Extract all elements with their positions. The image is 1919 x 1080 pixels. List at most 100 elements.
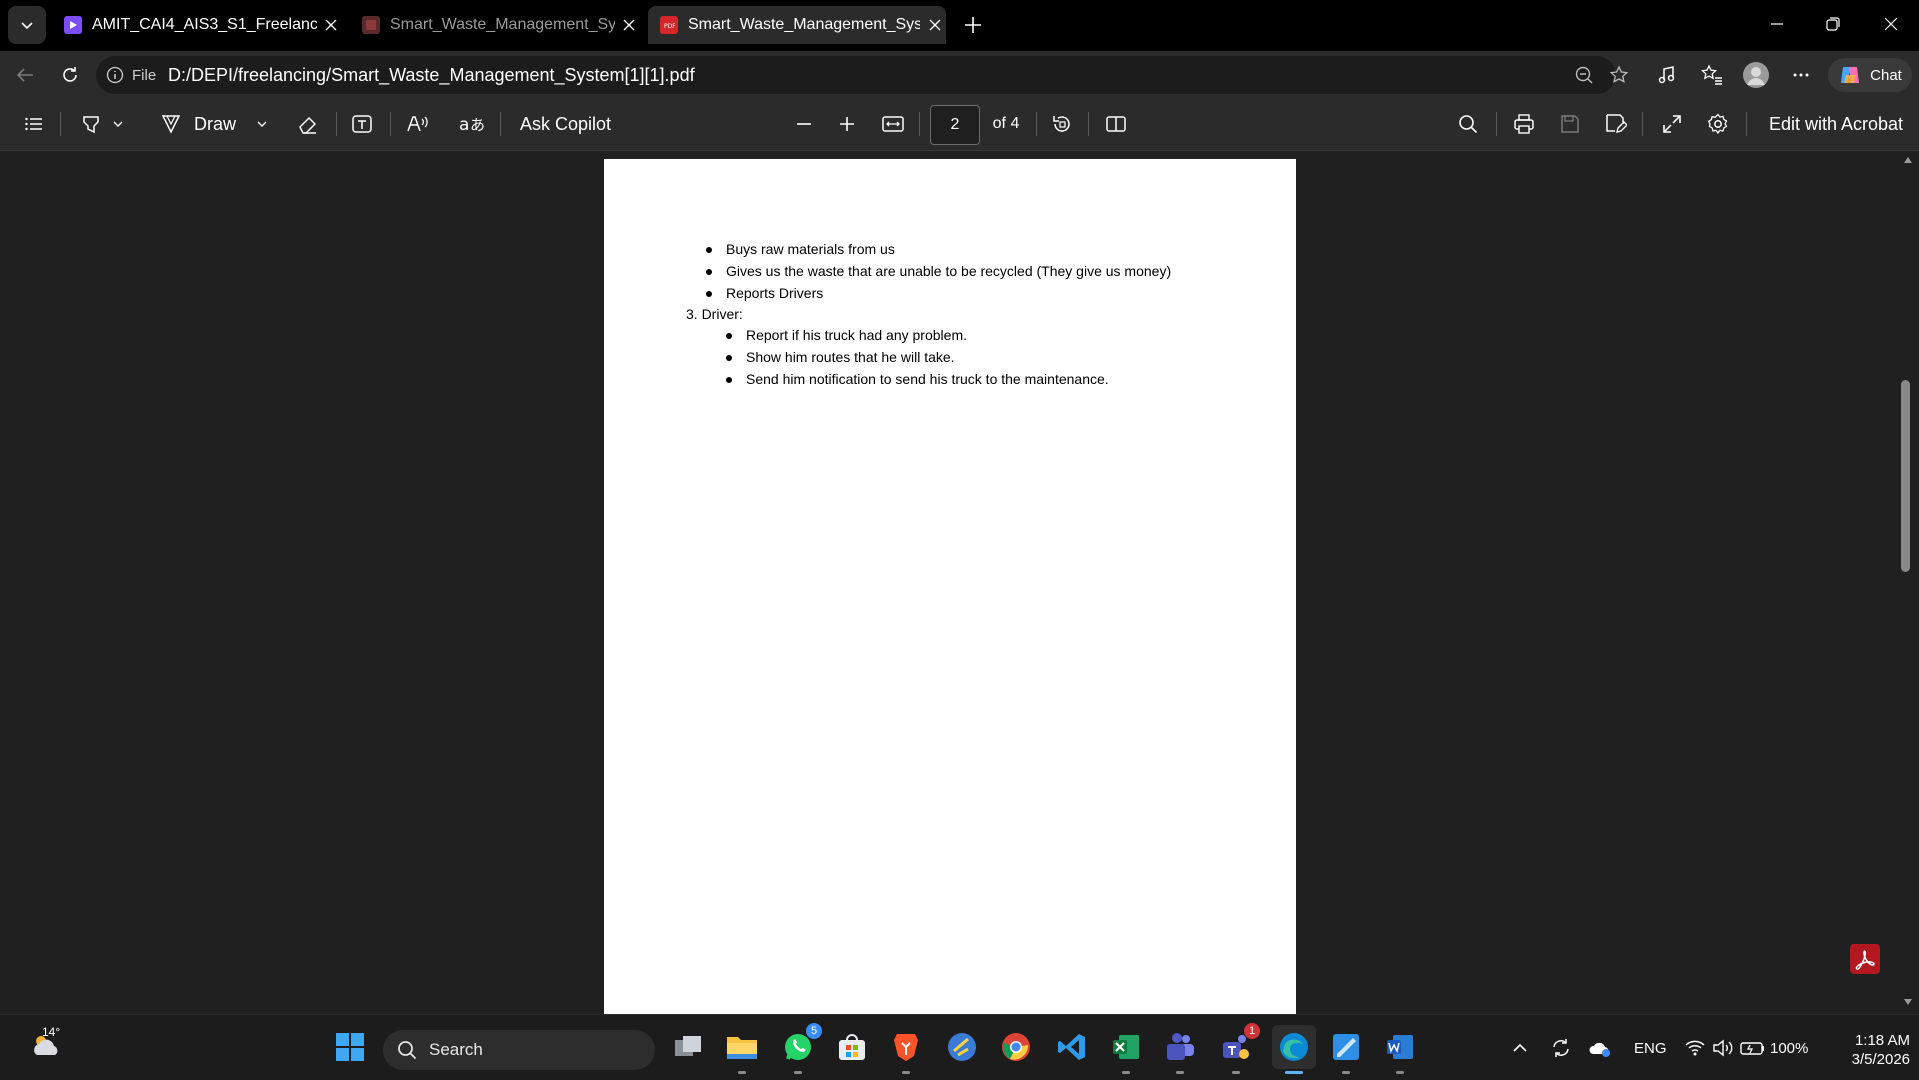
close-tab-icon[interactable] [321,14,342,36]
whatsapp-badge: 5 [806,1023,822,1039]
divider [1496,112,1497,136]
zoom-out-button[interactable] [788,108,820,140]
add-text-button[interactable] [346,108,378,140]
list-item: Report if his truck had any problem. [726,327,967,343]
scroll-up-arrow-icon[interactable] [1903,156,1913,164]
extensions-button[interactable] [1650,58,1684,92]
battery-percent: 100% [1770,1039,1809,1057]
address-bar[interactable]: File D:/DEPI/freelancing/Smart_Waste_Man… [96,56,1629,94]
highlight-button[interactable] [72,108,132,140]
translate-button[interactable]: aあ [456,108,488,140]
start-button[interactable] [332,1029,368,1065]
ask-copilot-button[interactable]: Ask Copilot [520,108,620,140]
onedrive-tray[interactable] [1588,1033,1612,1063]
teams-app[interactable] [1162,1029,1198,1074]
page-number-input[interactable]: 2 [930,105,980,145]
contents-button[interactable] [18,108,50,140]
site-info[interactable]: File [106,56,156,94]
brave-lion-icon [894,1034,918,1061]
tab-title: Smart_Waste_Management_Systen [390,16,615,33]
chevron-up-icon [1513,1043,1527,1052]
tab-smart-waste-2[interactable]: PDF Smart_Waste_Management_Systen [648,6,946,44]
minimize-button[interactable] [1757,8,1797,40]
taskbar-search[interactable]: Search [383,1030,655,1070]
print-button[interactable] [1508,108,1540,140]
show-hidden-icons[interactable] [1512,1033,1528,1063]
teams-work-app[interactable]: 1 [1218,1023,1260,1074]
store-app[interactable] [834,1029,870,1065]
find-button[interactable] [1452,108,1484,140]
close-window-button[interactable] [1871,8,1911,40]
bullet [706,269,712,275]
favorite-star-button[interactable] [1605,62,1633,88]
scroll-down-arrow-icon[interactable] [1903,998,1913,1006]
page-total: of 4 [992,115,1020,132]
acrobat-icon [1855,950,1875,970]
running-indicator [1122,1071,1130,1074]
acrobat-button[interactable] [1850,944,1880,974]
excel-app[interactable] [1108,1029,1144,1074]
edit-with-acrobat-button[interactable]: Edit with Acrobat [1756,108,1916,140]
read-aloud-button[interactable] [402,108,434,140]
restore-icon [1826,17,1840,31]
favorites-button[interactable] [1695,58,1729,92]
tab-smart-waste-1[interactable]: Smart_Waste_Management_Systen [350,6,640,44]
chrome-icon [1002,1033,1030,1061]
zoom-out-indicator[interactable] [1570,62,1598,88]
copilot-chat-button[interactable]: Chat [1828,58,1912,92]
taskview-app[interactable] [670,1029,706,1065]
sync-tray[interactable] [1550,1033,1572,1063]
vertical-scrollbar[interactable] [1898,151,1919,1014]
url-text[interactable]: D:/DEPI/freelancing/Smart_Waste_Manageme… [168,56,695,94]
list-item: Reports Drivers [706,285,823,301]
pdf-settings-button[interactable] [1702,108,1734,140]
file-explorer-app[interactable] [724,1029,760,1074]
language-indicator[interactable]: ENG [1634,1033,1667,1063]
restore-button[interactable] [1813,8,1853,40]
pen-icon [161,115,181,134]
profile-button[interactable] [1739,58,1773,92]
active-indicator [1285,1071,1303,1074]
full-screen-button[interactable] [1656,108,1688,140]
whatsapp-app[interactable]: 5 [780,1023,822,1074]
erase-button[interactable] [292,108,324,140]
chrome-app[interactable] [998,1029,1034,1065]
word-app[interactable] [1382,1029,1418,1074]
draw-button[interactable]: Draw [156,108,272,140]
divider [1088,112,1089,136]
zoom-in-button[interactable] [831,108,863,140]
save-as-button[interactable] [1600,108,1632,140]
expand-icon [1663,115,1681,133]
clock[interactable]: 1:18 AM 3/5/2026 [1830,1031,1910,1069]
sync-icon [1553,1039,1569,1057]
numbered-item: 3. Driver: [686,306,743,322]
refresh-button[interactable] [53,58,87,92]
back-button[interactable] [8,58,42,92]
network-volume-battery[interactable]: 100% [1684,1033,1808,1063]
tab-strip: AMIT_CAI4_AIS3_S1_Freelance Onl Smart_Wa… [0,0,1919,51]
vscode-app[interactable] [1054,1029,1090,1065]
new-tab-button[interactable] [958,10,988,40]
close-tab-icon[interactable] [619,14,640,36]
brave-app[interactable] [888,1029,924,1074]
svg-text:PDF: PDF [664,23,675,30]
page-view-button[interactable] [1100,108,1132,140]
scrollbar-thumb[interactable] [1901,380,1910,572]
divider [1036,112,1037,136]
save-button[interactable] [1554,108,1586,140]
edge-app[interactable] [1272,1025,1316,1074]
weather-temp: 14° [42,1025,61,1039]
paint-app[interactable] [1328,1029,1364,1074]
close-tab-icon[interactable] [924,14,946,36]
python-app[interactable] [944,1029,980,1065]
tab-actions-button[interactable] [8,6,46,44]
chevron-down-icon [113,121,123,127]
bullet-text: Report if his truck had any problem. [746,327,967,343]
fit-width-button[interactable] [877,108,909,140]
settings-more-button[interactable] [1784,58,1818,92]
rotate-button[interactable] [1046,108,1078,140]
zoom-out-icon [1575,66,1593,84]
pdf-page: Buys raw materials from us Gives us the … [604,159,1296,1014]
tab-amit[interactable]: AMIT_CAI4_AIS3_S1_Freelance Onl [52,6,342,44]
weather-widget[interactable]: 14° [22,1025,72,1065]
